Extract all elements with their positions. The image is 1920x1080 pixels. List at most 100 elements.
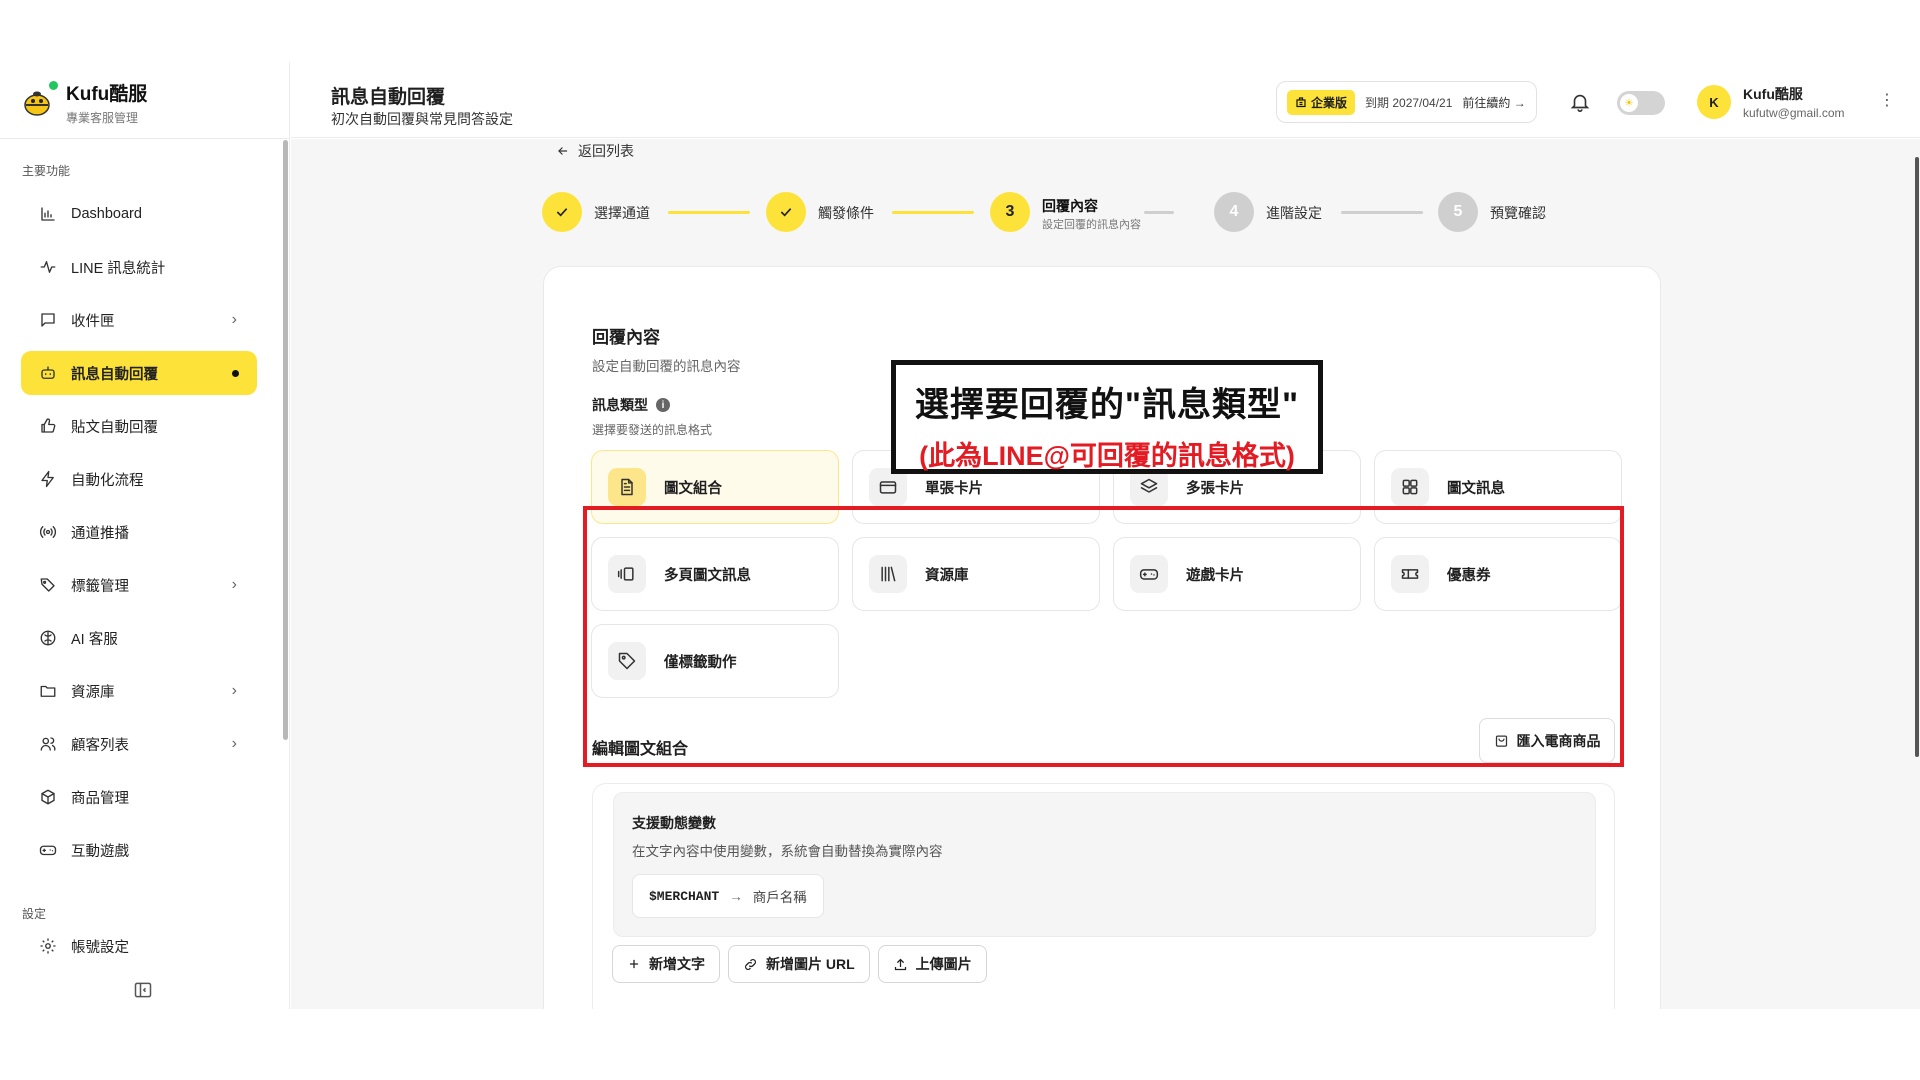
brand-logo-icon <box>22 81 58 119</box>
upload-image-button[interactable]: 上傳圖片 <box>877 945 987 983</box>
step-1-circle <box>542 192 582 232</box>
sidebar-item-label: 收件匣 <box>71 313 115 330</box>
sidebar-item-3[interactable]: 訊息自動回覆 <box>21 351 257 395</box>
sidebar-item-label: 顧客列表 <box>71 737 129 754</box>
chevron-right-icon: › <box>231 576 237 593</box>
sidebar: Kufu酷服 專業客服管理 主要功能 Dashboard LINE 訊息統計 收件匣… <box>0 62 290 1009</box>
user-menu[interactable]: K Kufu酷服 kufutw@gmail.com <box>1697 84 1845 120</box>
file-text-icon <box>608 468 646 506</box>
active-indicator-dot <box>232 369 239 377</box>
card-subtitle: 設定自動回覆的訊息內容 <box>592 359 741 374</box>
add-text-button[interactable]: 新增文字 <box>612 945 720 983</box>
sidebar-item-2[interactable]: 收件匣 › <box>21 298 257 342</box>
step-3-circle: 3 <box>990 192 1030 232</box>
zap-icon <box>37 468 59 490</box>
step-2-circle <box>766 192 806 232</box>
sidebar-item-7[interactable]: 標籤管理 › <box>21 563 257 607</box>
variables-desc: 在文字內容中使用變數，系統會自動替換為實際內容 <box>632 844 943 859</box>
arrow-left-icon <box>556 144 570 158</box>
sidebar-item-1[interactable]: LINE 訊息統計 <box>21 245 257 289</box>
brand-name: Kufu酷服 <box>66 83 148 105</box>
online-dot <box>49 81 58 90</box>
settings-nav: 帳號設定 <box>21 936 257 956</box>
variable-name: 商戶名稱 <box>752 890 807 905</box>
sidebar-item-12[interactable]: 互動遊戲 <box>21 828 257 872</box>
stepper: 選擇通道 觸發條件 3 回覆內容 設定回覆的訊息內容 4 進階設定 5 預覽確認 <box>542 192 1546 236</box>
sidebar-item-label: 貼文自動回覆 <box>71 419 158 436</box>
grid-icon <box>1391 468 1429 506</box>
users-icon <box>37 733 59 755</box>
card-title: 回覆內容 <box>592 328 660 347</box>
sidebar-scrollbar[interactable] <box>283 140 288 740</box>
broadcast-icon <box>37 521 59 543</box>
chevron-right-icon: › <box>231 682 237 699</box>
back-link[interactable]: 返回列表 <box>556 141 634 161</box>
more-vertical-icon[interactable]: ⋮ <box>1879 90 1895 110</box>
sidebar-item-4[interactable]: 貼文自動回覆 <box>21 404 257 448</box>
add-image-url-button[interactable]: 新增圖片 URL <box>728 945 870 983</box>
info-icon[interactable]: i <box>656 398 670 412</box>
sidebar-item-8[interactable]: AI 客服 <box>21 616 257 660</box>
package-icon <box>37 786 59 808</box>
plan-box: 企業版 到期 2027/04/21 前往續約 → <box>1276 81 1537 123</box>
variable-chip[interactable]: $MERCHANT → 商戶名稱 <box>632 874 824 918</box>
message-type-label: 圖文訊息 <box>1447 480 1505 497</box>
arrow-right-icon: → <box>1513 95 1526 110</box>
bell-icon[interactable] <box>1569 91 1591 113</box>
sidebar-item-label: 自動化流程 <box>71 472 144 489</box>
sidebar-item-9[interactable]: 資源庫 › <box>21 669 257 713</box>
plan-badge-label: 企業版 <box>1311 95 1348 110</box>
sun-icon: ☀ <box>1620 94 1638 112</box>
chevron-right-icon: › <box>231 735 237 752</box>
collapse-sidebar-icon[interactable] <box>133 980 153 1000</box>
message-type-label: 訊息類型 i <box>592 395 670 415</box>
plus-icon <box>627 957 641 971</box>
sidebar-item-label: 標籤管理 <box>71 578 129 595</box>
step-connector <box>668 211 750 214</box>
sidebar-item-label: 訊息自動回覆 <box>71 366 158 383</box>
variable-code: $MERCHANT <box>649 888 720 904</box>
folder-icon <box>37 680 59 702</box>
app-window: Kufu酷服 專業客服管理 主要功能 Dashboard LINE 訊息統計 收件匣… <box>0 62 1920 1009</box>
annotation-main: 選擇要回覆的"訊息類型" <box>914 386 1300 424</box>
thumbs-up-icon <box>37 415 59 437</box>
bot-icon <box>37 362 59 384</box>
section-label-main: 主要功能 <box>22 164 71 178</box>
theme-toggle[interactable]: ☀ <box>1617 91 1665 115</box>
step-3-label: 回覆內容 <box>1042 198 1098 214</box>
step-1-label: 選擇通道 <box>594 205 650 221</box>
sidebar-nav: Dashboard LINE 訊息統計收件匣 › 訊息自動回覆 貼文自動回覆 自動化流程通… <box>21 192 257 881</box>
sidebar-item-6[interactable]: 通道推播 <box>21 510 257 554</box>
step-5-circle: 5 <box>1438 192 1478 232</box>
sidebar-item-0[interactable]: Dashboard <box>21 192 257 236</box>
top-header: 訊息自動回覆 初次自動回覆與常見問答設定 企業版 到期 2027/04/21 前… <box>291 62 1920 138</box>
editor-panel: 支援動態變數 在文字內容中使用變數，系統會自動替換為實際內容 $MERCHANT… <box>592 783 1615 1009</box>
page-title: 訊息自動回覆 <box>331 87 446 108</box>
avatar: K <box>1697 85 1731 119</box>
brand-subtitle: 專業客服管理 <box>66 110 139 125</box>
message-type-label: 多張卡片 <box>1186 480 1244 497</box>
step-5-label: 預覽確認 <box>1490 205 1546 221</box>
brand[interactable]: Kufu酷服 專業客服管理 <box>22 80 148 125</box>
step-connector <box>892 211 974 214</box>
check-icon <box>780 208 792 217</box>
plan-badge: 企業版 <box>1287 89 1356 115</box>
renew-link[interactable]: 前往續約 → <box>1462 94 1525 111</box>
chevron-right-icon: › <box>231 311 237 328</box>
check-icon <box>556 208 568 217</box>
sidebar-item-10[interactable]: 顧客列表 › <box>21 722 257 766</box>
settings-icon <box>37 936 59 956</box>
user-email: kufutw@gmail.com <box>1743 106 1845 120</box>
sidebar-item-label: Dashboard <box>71 206 142 222</box>
tags-icon <box>37 574 59 596</box>
step-connector <box>1341 211 1423 214</box>
annotation-sub: (此為LINE@可回覆的訊息格式) <box>919 441 1295 471</box>
sidebar-item-account-settings[interactable]: 帳號設定 <box>21 936 257 956</box>
main-scrollbar[interactable] <box>1915 157 1919 757</box>
sidebar-item-11[interactable]: 商品管理 <box>21 775 257 819</box>
section-label-settings: 設定 <box>22 907 47 921</box>
sidebar-item-5[interactable]: 自動化流程 <box>21 457 257 501</box>
message-square-icon <box>37 309 59 331</box>
sidebar-item-label: 通道推播 <box>71 525 129 542</box>
upload-icon <box>893 957 908 972</box>
